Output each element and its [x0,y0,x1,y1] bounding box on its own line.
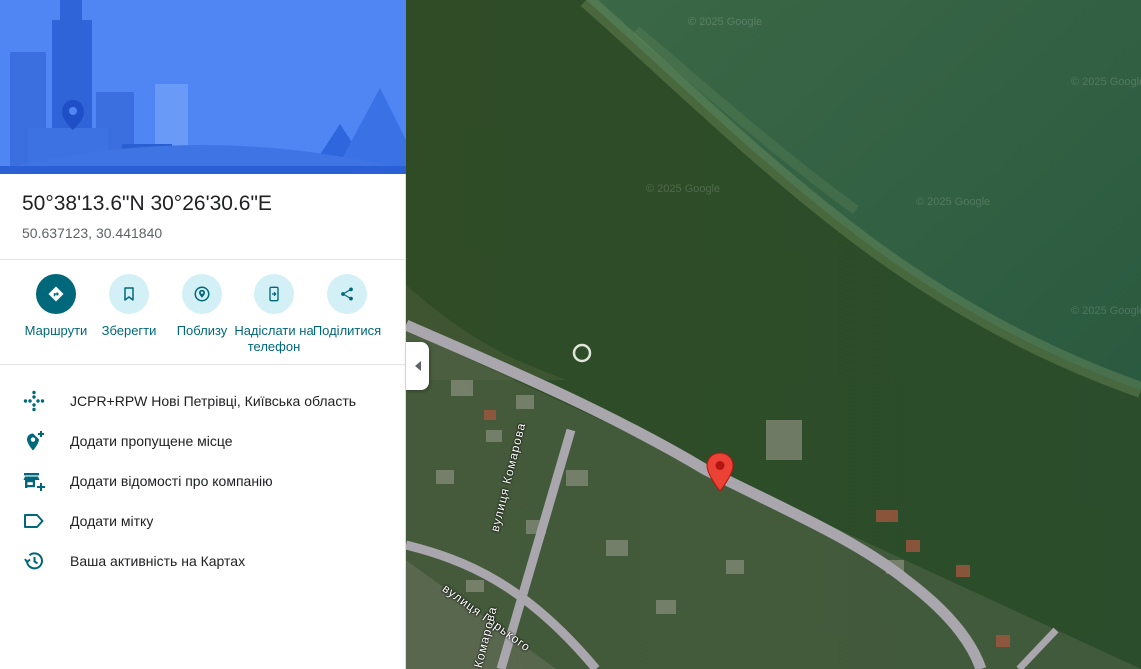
share-button[interactable]: Поділитися [307,274,387,339]
detail-row-add-label[interactable]: Додати мітку [0,501,406,541]
save-button[interactable]: Зберегти [89,274,169,339]
satellite-map[interactable]: © 2025 Google © 2025 Google © 2025 Googl… [406,0,1141,669]
plus-code-icon [23,390,45,412]
detail-row-maps-activity[interactable]: Ваша активність на Картах [0,541,406,581]
city-illustration [0,0,406,174]
chevron-left-icon [414,361,421,371]
detail-row-add-place[interactable]: Додати пропущене місце [0,421,406,461]
map-attribution: © 2025 Google [1071,305,1141,317]
place-side-panel: 50°38'13.6"N 30°26'30.6"E 50.637123, 30.… [0,0,406,669]
collapse-panel-button[interactable] [406,342,429,390]
send-to-phone-icon [269,286,279,302]
place-hero-illustration [0,0,406,174]
map-attribution: © 2025 Google [646,183,721,195]
share-icon [341,287,353,301]
save-label: Зберегти [101,323,157,338]
label-icon [24,514,44,528]
nearby-icon [194,286,210,302]
detail-row-add-business[interactable]: Додати відомості про компанію [0,461,406,501]
share-label: Поділитися [312,323,382,338]
plus-code-text: JCPR+RPW Нові Петрівці, Київська область [70,393,357,409]
place-coordinates-title: 50°38'13.6"N 30°26'30.6"E [22,192,272,215]
bookmark-icon [124,287,134,301]
nearby-label: Поблизу [176,323,228,338]
location-pin-icon[interactable] [706,452,734,492]
history-icon [24,552,43,570]
add-business-icon [23,473,45,491]
map-attribution: © 2025 Google [1071,76,1141,88]
divider [0,364,406,365]
detail-row-plus-code[interactable]: JCPR+RPW Нові Петрівці, Київська область [0,381,406,421]
add-place-text: Додати пропущене місце [70,433,233,449]
divider [0,259,406,260]
directions-icon [48,286,64,302]
place-decimal-coordinates: 50.637123, 30.441840 [22,225,163,241]
send-to-phone-label: Надіслати на телефон [234,323,314,354]
maps-activity-text: Ваша активність на Картах [70,553,246,569]
add-label-text: Додати мітку [70,513,154,529]
map-attribution: © 2025 Google [916,196,991,208]
directions-label: Маршрути [24,323,88,338]
add-place-icon [27,431,44,451]
add-business-text: Додати відомості про компанію [70,473,273,489]
map-attribution: © 2025 Google [688,16,763,28]
nearby-button[interactable]: Поблизу [162,274,242,339]
directions-button[interactable]: Маршрути [16,274,96,339]
satellite-imagery [406,0,1141,669]
send-to-phone-button[interactable]: Надіслати на телефон [234,274,314,355]
